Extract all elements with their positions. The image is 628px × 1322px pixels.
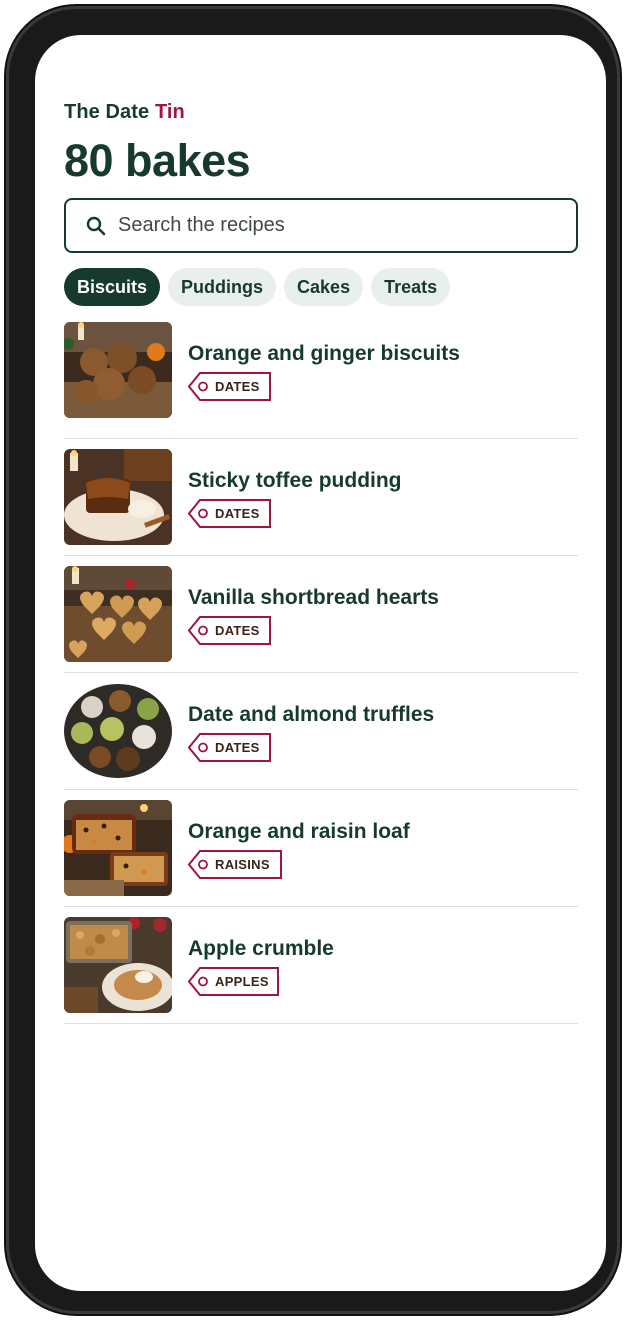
- recipe-row[interactable]: Orange and ginger biscuits DATES: [64, 322, 578, 439]
- search-box[interactable]: [64, 198, 578, 253]
- phone-frame: The Date Tin 80 bakes Biscuits Puddings …: [6, 6, 620, 1314]
- tag-label: DATES: [215, 623, 260, 638]
- recipe-row[interactable]: Orange and raisin loaf RAISINS: [64, 790, 578, 907]
- recipe-thumbnail: [64, 800, 172, 896]
- recipe-thumbnail: [64, 449, 172, 545]
- category-filters: Biscuits Puddings Cakes Treats: [64, 268, 451, 306]
- tag-label: DATES: [215, 506, 260, 521]
- filter-chip-biscuits[interactable]: Biscuits: [64, 268, 161, 306]
- app-screen: The Date Tin 80 bakes Biscuits Puddings …: [35, 35, 606, 1291]
- brand-accent: Tin: [154, 101, 185, 123]
- recipe-row[interactable]: Date and almond truffles DATES: [64, 673, 578, 790]
- tag-label: DATES: [215, 379, 260, 394]
- recipe-thumbnail: [64, 683, 172, 779]
- page-title: 80 bakes: [64, 135, 251, 186]
- recipe-row[interactable]: Vanilla shortbread hearts DATES: [64, 556, 578, 673]
- recipe-title: Orange and ginger biscuits: [188, 342, 460, 365]
- tag-label: DATES: [215, 740, 260, 755]
- tag-label: RAISINS: [215, 857, 270, 872]
- recipe-list: Orange and ginger biscuits DATES Sticky …: [64, 322, 578, 1024]
- recipe-thumbnail: [64, 917, 172, 1013]
- filter-chip-cakes[interactable]: Cakes: [284, 268, 364, 306]
- recipe-title: Date and almond truffles: [188, 703, 435, 726]
- recipe-thumbnail: [64, 566, 172, 662]
- recipe-row[interactable]: Sticky toffee pudding DATES: [64, 439, 578, 556]
- recipe-title: Apple crumble: [188, 937, 334, 960]
- brand-prefix: The Date: [64, 101, 150, 123]
- filter-chip-puddings[interactable]: Puddings: [168, 268, 277, 306]
- tag-label: APPLES: [215, 974, 269, 989]
- filter-chip-treats[interactable]: Treats: [371, 268, 451, 306]
- recipe-title: Sticky toffee pudding: [188, 469, 402, 492]
- recipe-title: Orange and raisin loaf: [188, 820, 410, 843]
- recipe-title: Vanilla shortbread hearts: [188, 586, 439, 609]
- search-icon: [86, 216, 106, 236]
- search-input[interactable]: [118, 214, 518, 237]
- recipe-row[interactable]: Apple crumble APPLES: [64, 907, 578, 1024]
- recipe-thumbnail: [64, 322, 172, 418]
- brand-name: The Date Tin: [64, 101, 185, 124]
